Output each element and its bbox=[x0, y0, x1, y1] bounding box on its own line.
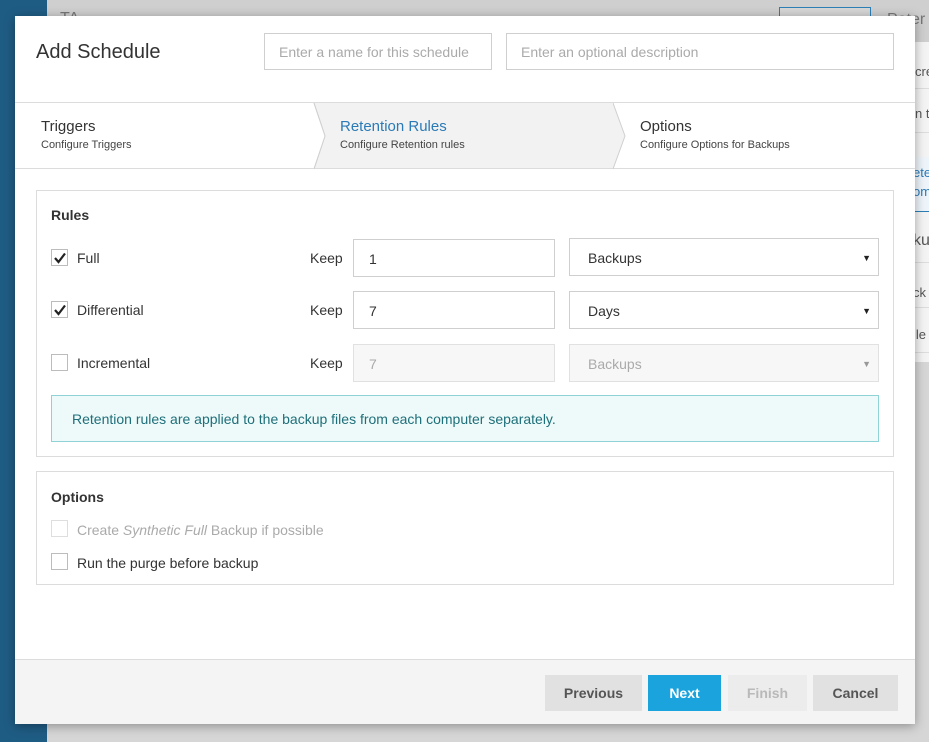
synthetic-full-checkbox[interactable] bbox=[51, 520, 68, 537]
step-title: Retention Rules bbox=[340, 118, 447, 135]
wizard-steps: Triggers Configure Triggers Retention Ru… bbox=[15, 103, 915, 169]
full-label: Full bbox=[77, 250, 100, 266]
caret-down-icon: ▼ bbox=[862, 359, 871, 369]
incremental-unit-select[interactable]: Backups ▼ bbox=[569, 344, 879, 382]
purge-before-backup-label: Run the purge before backup bbox=[77, 555, 259, 571]
add-schedule-dialog: Add Schedule Triggers Configure Triggers… bbox=[15, 16, 915, 724]
rules-panel: Rules Full Keep 1 Backups ▼ Differential… bbox=[36, 190, 894, 457]
keep-label: Keep bbox=[310, 355, 343, 371]
step-title: Options bbox=[640, 118, 692, 135]
previous-button[interactable]: Previous bbox=[545, 675, 642, 711]
background-fragment: cre bbox=[915, 64, 929, 79]
incremental-label: Incremental bbox=[77, 355, 151, 371]
step-options[interactable]: Options Configure Options for Backups bbox=[614, 103, 915, 168]
differential-unit-select[interactable]: Days ▼ bbox=[569, 291, 879, 329]
differential-keep-input[interactable]: 7 bbox=[353, 291, 555, 329]
keep-label: Keep bbox=[310, 302, 343, 318]
step-separator-left bbox=[313, 103, 326, 169]
background-fragment: n t bbox=[915, 106, 929, 121]
next-button[interactable]: Next bbox=[648, 675, 721, 711]
incremental-checkbox[interactable] bbox=[51, 354, 68, 371]
background-fragment: ete bbox=[913, 165, 929, 180]
step-subtitle: Configure Options for Backups bbox=[640, 139, 790, 151]
select-value: Backups bbox=[588, 356, 642, 372]
full-unit-select[interactable]: Backups ▼ bbox=[569, 238, 879, 276]
select-value: Backups bbox=[588, 250, 642, 266]
background-fragment: ile bbox=[913, 327, 927, 342]
options-title: Options bbox=[51, 489, 104, 505]
caret-down-icon: ▼ bbox=[862, 253, 871, 263]
step-subtitle: Configure Retention rules bbox=[340, 139, 465, 151]
rules-title: Rules bbox=[51, 207, 90, 223]
check-icon bbox=[54, 252, 66, 264]
differential-label: Differential bbox=[77, 302, 144, 318]
background-fragment: om bbox=[913, 184, 929, 199]
options-panel: Options Create Synthetic Full Backup if … bbox=[36, 471, 894, 585]
incremental-keep-input[interactable]: 7 bbox=[353, 344, 555, 382]
caret-down-icon: ▼ bbox=[862, 306, 871, 316]
finish-button[interactable]: Finish bbox=[728, 675, 807, 711]
keep-label: Keep bbox=[310, 250, 343, 266]
synthetic-full-label: Create Synthetic Full Backup if possible bbox=[77, 522, 324, 538]
step-separator-right bbox=[613, 103, 626, 169]
schedule-description-input[interactable] bbox=[506, 33, 894, 70]
background-list bbox=[915, 42, 929, 362]
background-fragment: ck bbox=[913, 285, 926, 300]
full-keep-input[interactable]: 1 bbox=[353, 239, 555, 277]
check-icon bbox=[54, 304, 66, 316]
background-fragment: ku bbox=[913, 232, 929, 249]
full-checkbox[interactable] bbox=[51, 249, 68, 266]
select-value: Days bbox=[588, 303, 620, 319]
step-title: Triggers bbox=[41, 118, 96, 135]
retention-info-message: Retention rules are applied to the backu… bbox=[51, 395, 879, 442]
cancel-button[interactable]: Cancel bbox=[813, 675, 898, 711]
step-subtitle: Configure Triggers bbox=[41, 139, 132, 151]
differential-checkbox[interactable] bbox=[51, 301, 68, 318]
purge-before-backup-checkbox[interactable] bbox=[51, 553, 68, 570]
dialog-title: Add Schedule bbox=[36, 41, 161, 63]
dialog-footer: Previous Next Finish Cancel bbox=[15, 659, 915, 724]
step-triggers[interactable]: Triggers Configure Triggers bbox=[15, 103, 314, 168]
dialog-header: Add Schedule bbox=[15, 16, 915, 103]
step-retention-rules[interactable]: Retention Rules Configure Retention rule… bbox=[313, 103, 614, 169]
schedule-name-input[interactable] bbox=[264, 33, 492, 70]
